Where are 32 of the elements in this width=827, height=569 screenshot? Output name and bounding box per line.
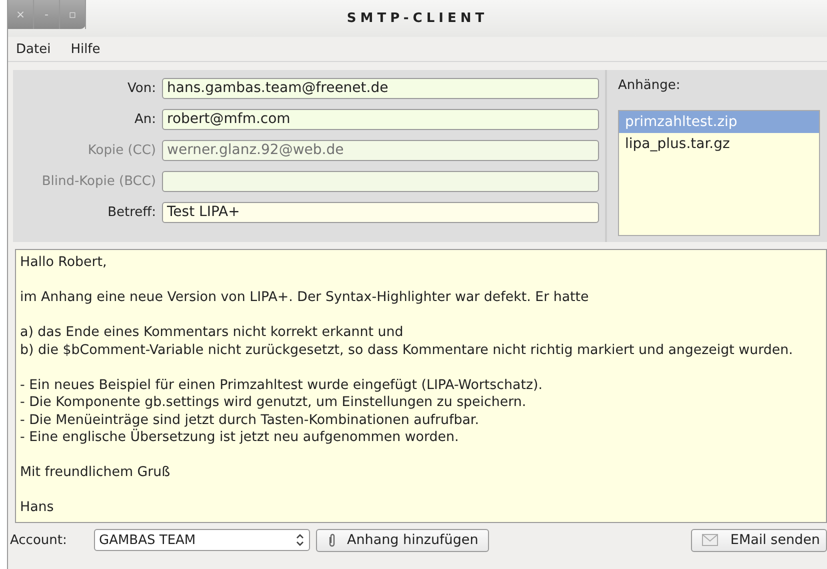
account-dropdown[interactable]: GAMBAS TEAM xyxy=(94,529,310,551)
body-text-line: - Die Komponente gb.settings wird genutzt, um Einstellungen zu speichern. xyxy=(20,395,526,410)
field-label: Blind-Kopie (BCC) xyxy=(40,174,156,189)
paperclip-icon xyxy=(327,533,337,547)
send-button[interactable]: EMail senden xyxy=(691,528,827,552)
input-field[interactable]: robert@mfm.com xyxy=(162,109,599,130)
input-field[interactable]: Test LIPA+ xyxy=(162,202,599,223)
attachment-item[interactable]: lipa_plus.tar.gz xyxy=(619,133,819,155)
input-field[interactable] xyxy=(162,171,599,192)
body-text-line: b) die $bComment-Variable nicht zurückgesetzt, so dass Kommentare nicht richtig markiert und angezeigt wurden. xyxy=(20,342,793,358)
spinner-icon xyxy=(295,533,305,547)
attachments-label: Anhänge: xyxy=(618,78,682,95)
add-attachment-button[interactable]: Anhang hinzufügen xyxy=(316,528,490,552)
field-label: Betreff: xyxy=(106,205,156,220)
body-text-line: - Eine englische Übersetzung ist jetzt neu aufgenommen worden. xyxy=(20,430,459,445)
body-text-line: Hallo Robert, xyxy=(20,255,107,270)
body-text-line: Mit freundlichem Gruß xyxy=(20,465,170,480)
body-text-line: Hans xyxy=(20,500,54,515)
window-title: SMTP-CLIENT xyxy=(346,11,488,26)
menu-item[interactable]: Datei xyxy=(16,42,51,56)
field-label: Kopie (CC) xyxy=(86,143,156,158)
body-text-line: - Die Menüeinträge sind jetzt durch Tasten-Kombinationen aufrufbar. xyxy=(20,412,479,428)
menu-item[interactable]: Hilfe xyxy=(70,42,100,56)
input-field[interactable]: hans.gambas.team@freenet.de xyxy=(162,78,599,99)
message-body-field[interactable] xyxy=(15,249,827,523)
field-label: Von: xyxy=(126,81,156,96)
body-text-line: - Ein neues Beispiel für einen Primzahltest wurde eingefügt (LIPA-Wortschatz). xyxy=(20,378,542,392)
body-text-line: im Anhang eine neue Version von LIPA+. Der Syntax-Highlighter war defekt. Er hatte xyxy=(20,290,589,305)
account-label: Account: xyxy=(10,532,68,548)
envelope-icon xyxy=(702,534,718,546)
field-label: An: xyxy=(133,112,156,127)
body-text-line: a) das Ende eines Kommentars nicht korrekt erkannt und xyxy=(20,325,404,340)
